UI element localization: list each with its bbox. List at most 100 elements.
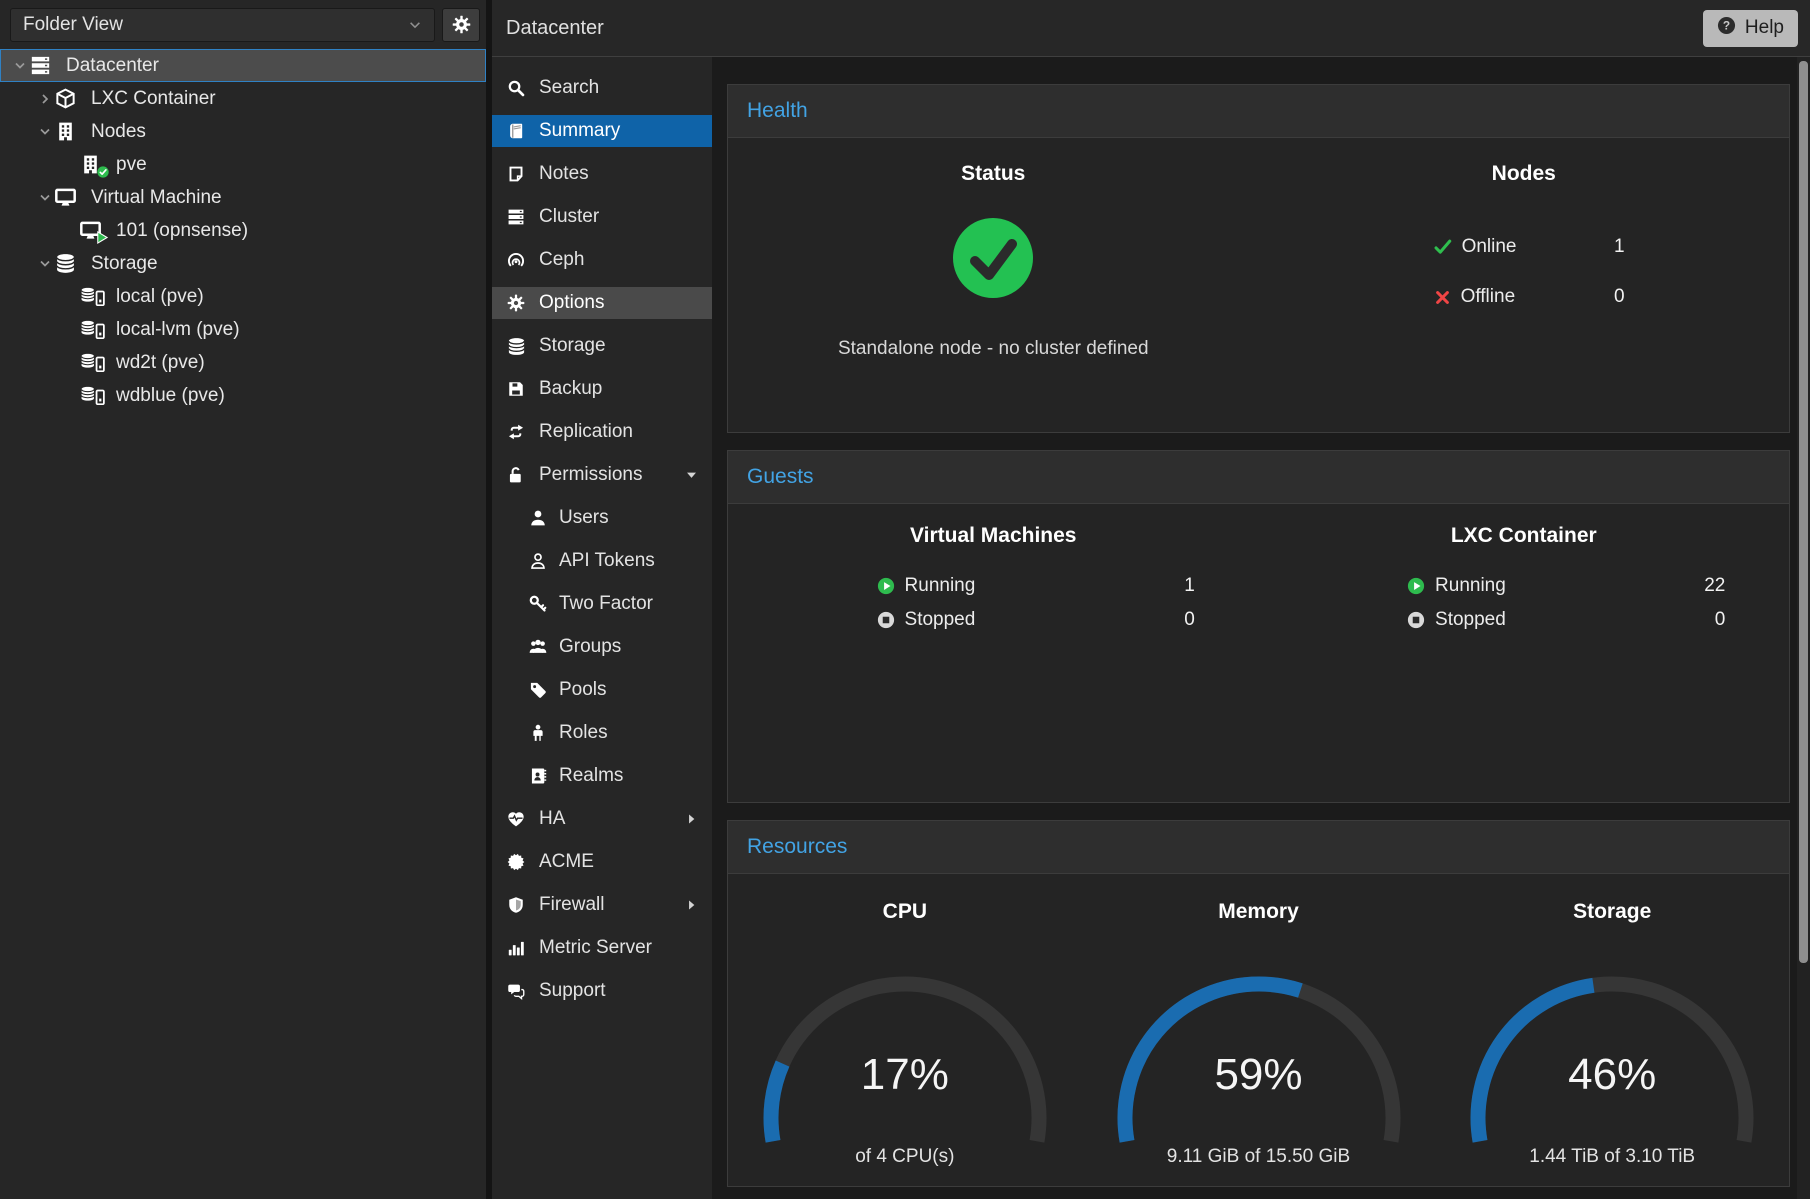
scrollbar-thumb[interactable] bbox=[1799, 61, 1808, 963]
chevron-down-icon[interactable] bbox=[35, 192, 55, 204]
health-panel-title: Health bbox=[747, 99, 808, 123]
storage-icon bbox=[55, 253, 82, 274]
chevron-down-icon[interactable] bbox=[35, 126, 55, 138]
chevron-down-icon[interactable] bbox=[35, 258, 55, 270]
nav-item-permissions[interactable]: Permissions bbox=[492, 459, 712, 491]
chevron-down-icon bbox=[408, 18, 422, 32]
chevron-right-icon[interactable] bbox=[35, 93, 55, 105]
nav-item-pools[interactable]: Pools bbox=[492, 674, 712, 706]
nav-item-label: Cluster bbox=[539, 206, 599, 228]
nav-item-ceph[interactable]: Ceph bbox=[492, 244, 712, 276]
status-row-label: Stopped bbox=[1435, 609, 1506, 631]
health-panel-body: Status Standalone node - no cluster defi… bbox=[728, 138, 1789, 432]
status-row-value: 0 bbox=[1184, 609, 1195, 631]
vertical-scrollbar[interactable] bbox=[1797, 57, 1810, 1199]
tree-item-label: LXC Container bbox=[91, 88, 216, 110]
tree-item-local-pve[interactable]: local (pve) bbox=[0, 280, 486, 313]
nav-item-summary[interactable]: Summary bbox=[492, 115, 712, 147]
resource-tree: Datacenter LXC Container Nodes pve Virtual M… bbox=[0, 49, 486, 412]
tree-item-wdblue-pve[interactable]: wdblue (pve) bbox=[0, 379, 486, 412]
nodes-status-column: Nodes Online1Offline0 bbox=[1259, 138, 1790, 432]
nav-item-storage[interactable]: Storage bbox=[492, 330, 712, 362]
pools-icon bbox=[528, 681, 548, 699]
status-row-label: Offline bbox=[1461, 286, 1516, 308]
acme-icon bbox=[506, 853, 526, 871]
nav-item-label: Notes bbox=[539, 163, 589, 185]
gauge-chart: 46% bbox=[1462, 976, 1762, 1146]
tree-settings-button[interactable] bbox=[442, 8, 480, 42]
status-row-label: Online bbox=[1462, 236, 1517, 258]
tree-item-wd2t-pve[interactable]: wd2t (pve) bbox=[0, 346, 486, 379]
nav-item-label: Search bbox=[539, 77, 599, 99]
roles-icon bbox=[528, 724, 548, 742]
permissions-icon bbox=[506, 466, 526, 484]
gauge-heading: Storage bbox=[1573, 900, 1651, 924]
vm-icon bbox=[80, 220, 107, 241]
running-icon bbox=[1407, 577, 1425, 595]
nav-item-realms[interactable]: Realms bbox=[492, 760, 712, 792]
help-button[interactable]: ? Help bbox=[1703, 10, 1798, 47]
expand-arrow-icon[interactable] bbox=[685, 813, 698, 826]
tree-item-local-lvm-pve[interactable]: local-lvm (pve) bbox=[0, 313, 486, 346]
notes-icon bbox=[506, 165, 526, 183]
nav-item-firewall[interactable]: Firewall bbox=[492, 889, 712, 921]
status-row-label: Running bbox=[905, 575, 976, 597]
nav-item-groups[interactable]: Groups bbox=[492, 631, 712, 663]
datacenter-icon bbox=[30, 55, 57, 76]
guest-column-heading: Virtual Machines bbox=[728, 524, 1259, 548]
tree-item-101-opnsense[interactable]: 101 (opnsense) bbox=[0, 214, 486, 247]
gauge-percent: 46% bbox=[1462, 1050, 1762, 1100]
guests-panel-header: Guests bbox=[728, 451, 1789, 504]
nav-item-ha[interactable]: HA bbox=[492, 803, 712, 835]
status-row-stopped: Stopped0 bbox=[1407, 606, 1725, 634]
ceph-icon bbox=[506, 251, 526, 269]
datacenter-nav-menu: Search Summary Notes Cluster Ceph Options Sto… bbox=[492, 57, 712, 1199]
guest-column-heading: LXC Container bbox=[1259, 524, 1790, 548]
tree-item-label: 101 (opnsense) bbox=[116, 220, 248, 242]
gauge-percent: 17% bbox=[755, 1050, 1055, 1100]
nav-item-backup[interactable]: Backup bbox=[492, 373, 712, 405]
tree-item-nodes[interactable]: Nodes bbox=[0, 115, 486, 148]
nav-item-label: Firewall bbox=[539, 894, 604, 916]
two-factor-icon bbox=[528, 595, 548, 613]
nav-item-acme[interactable]: ACME bbox=[492, 846, 712, 878]
nav-item-roles[interactable]: Roles bbox=[492, 717, 712, 749]
tree-item-label: local-lvm (pve) bbox=[116, 319, 240, 341]
health-panel-header: Health bbox=[728, 85, 1789, 138]
view-mode-select[interactable]: Folder View bbox=[10, 8, 435, 42]
nav-item-label: Roles bbox=[559, 722, 608, 744]
collapse-arrow-icon[interactable] bbox=[685, 469, 698, 482]
nav-item-notes[interactable]: Notes bbox=[492, 158, 712, 190]
nav-item-api-tokens[interactable]: API Tokens bbox=[492, 545, 712, 577]
svg-text:?: ? bbox=[1723, 18, 1730, 32]
tree-item-lxc-container[interactable]: LXC Container bbox=[0, 82, 486, 115]
gauge-detail: 9.11 GiB of 15.50 GiB bbox=[1167, 1146, 1350, 1168]
proxmox-app: Folder View Datacenter LXC Container Nodes… bbox=[0, 0, 1810, 1199]
status-row-label: Running bbox=[1435, 575, 1506, 597]
tree-item-label: Nodes bbox=[91, 121, 146, 143]
nav-item-options[interactable]: Options bbox=[492, 287, 712, 319]
status-row-online: Online1 bbox=[1434, 232, 1625, 262]
tree-item-datacenter[interactable]: Datacenter bbox=[0, 49, 486, 82]
storage-drive-icon bbox=[80, 320, 107, 339]
nav-item-search[interactable]: Search bbox=[492, 72, 712, 104]
nav-item-metric-server[interactable]: Metric Server bbox=[492, 932, 712, 964]
nav-item-two-factor[interactable]: Two Factor bbox=[492, 588, 712, 620]
chevron-down-icon[interactable] bbox=[10, 60, 30, 72]
tree-item-virtual-machine[interactable]: Virtual Machine bbox=[0, 181, 486, 214]
nav-item-users[interactable]: Users bbox=[492, 502, 712, 534]
nav-item-cluster[interactable]: Cluster bbox=[492, 201, 712, 233]
nav-item-support[interactable]: Support bbox=[492, 975, 712, 1007]
nav-item-replication[interactable]: Replication bbox=[492, 416, 712, 448]
tree-item-label: Datacenter bbox=[66, 55, 159, 77]
tree-item-pve[interactable]: pve bbox=[0, 148, 486, 181]
status-row-value: 22 bbox=[1704, 575, 1725, 597]
tree-item-storage[interactable]: Storage bbox=[0, 247, 486, 280]
expand-arrow-icon[interactable] bbox=[685, 899, 698, 912]
status-row-value: 1 bbox=[1184, 575, 1195, 597]
nav-item-label: Replication bbox=[539, 421, 633, 443]
nav-item-label: Options bbox=[539, 292, 604, 314]
tree-item-label: Virtual Machine bbox=[91, 187, 222, 209]
help-button-label: Help bbox=[1745, 17, 1784, 39]
status-row-running: Running 22 bbox=[1407, 572, 1725, 600]
